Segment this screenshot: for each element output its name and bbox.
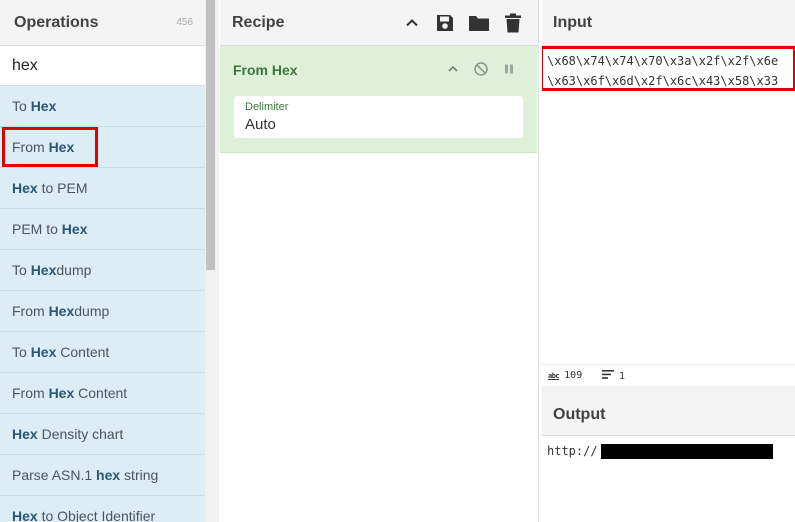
operation-item[interactable]: To Hex Content xyxy=(0,332,205,373)
input-header: Input xyxy=(542,0,795,46)
input-length-value: 109 xyxy=(564,370,583,381)
input-textarea[interactable]: \x68\x74\x74\x70\x3a\x2f\x2f\x6e \x63\x6… xyxy=(542,46,795,364)
operation-item[interactable]: To Hex xyxy=(0,86,205,127)
panel-divider[interactable] xyxy=(216,0,219,522)
output-text: http:// xyxy=(547,444,598,458)
input-status-bar: abc 109 1 xyxy=(542,364,795,386)
operation-item-text: PEM to xyxy=(12,221,62,237)
abc-icon: abc xyxy=(548,371,560,380)
pause-icon[interactable] xyxy=(499,59,519,79)
operation-item[interactable]: To Hexdump xyxy=(0,250,205,291)
operation-item-text: To xyxy=(12,98,31,114)
operation-item-match: Hex xyxy=(30,98,57,114)
operation-item[interactable]: From Hexdump xyxy=(0,291,205,332)
delimiter-field[interactable]: Delimiter Auto xyxy=(234,96,523,138)
operation-item-text: Density chart xyxy=(37,426,124,442)
folder-icon[interactable] xyxy=(467,11,491,35)
operation-item-text: string xyxy=(120,467,159,483)
operation-item-text: Content xyxy=(56,344,110,360)
operation-item[interactable]: Hex to PEM xyxy=(0,168,205,209)
operations-count: 456 xyxy=(176,17,193,28)
operation-item-match: Hex xyxy=(48,139,75,155)
chevron-up-icon[interactable] xyxy=(400,11,424,35)
operation-item-match: hex xyxy=(96,467,121,483)
operation-item[interactable]: Hex to Object Identifier xyxy=(0,496,205,522)
output-header: Output xyxy=(542,392,795,436)
operation-item-text: To xyxy=(12,262,31,278)
operations-list: To Hex From Hex Hex to PEM PEM to Hex To Hex… xyxy=(0,86,205,522)
operation-item-text: From xyxy=(12,139,49,155)
operation-item[interactable]: Hex Density chart xyxy=(0,414,205,455)
cyberchef-app: Operations 456 To HexFrom HexHex to PEMP… xyxy=(0,0,795,522)
operation-item-text: to Object Identifier xyxy=(37,508,156,522)
operation-item-match: Hex xyxy=(48,303,75,319)
delimiter-value[interactable]: Auto xyxy=(245,116,276,133)
redaction-block xyxy=(601,444,773,459)
operation-item-text: Content xyxy=(74,385,128,401)
save-icon[interactable] xyxy=(433,11,457,35)
operation-item-match: Hex xyxy=(12,426,38,442)
operation-item-text: From xyxy=(12,385,49,401)
operation-item-match: Hex xyxy=(61,221,88,237)
operation-item[interactable]: PEM to Hex xyxy=(0,209,205,250)
disable-icon[interactable] xyxy=(471,59,491,79)
recipe-header: Recipe xyxy=(220,0,539,46)
operation-item-text: to PEM xyxy=(37,180,88,196)
operation-item-text: dump xyxy=(74,303,110,319)
recipe-title: Recipe xyxy=(232,14,285,31)
trash-icon[interactable] xyxy=(501,11,525,35)
operations-header: Operations 456 xyxy=(0,0,205,46)
input-lines-value: 1 xyxy=(619,370,626,382)
operation-item-text: Parse ASN.1 xyxy=(12,467,97,483)
operation-item-match: Hex xyxy=(12,180,38,196)
output-textarea[interactable]: http:// xyxy=(542,436,795,522)
recipe-operation-from-hex[interactable]: From Hex Delimiter Auto xyxy=(220,46,537,153)
input-highlight-box xyxy=(542,46,795,91)
operation-item-match: Hex xyxy=(30,344,57,360)
lines-icon xyxy=(602,370,614,382)
input-length-status: abc 109 xyxy=(548,370,582,381)
operations-scrollbar-thumb[interactable] xyxy=(206,0,215,270)
operation-item[interactable]: From Hex xyxy=(0,127,205,168)
operation-item-text: To xyxy=(12,344,31,360)
operation-item-match: Hex xyxy=(30,262,57,278)
input-title: Input xyxy=(553,14,593,31)
operation-item-match: Hex xyxy=(12,508,38,522)
operation-item[interactable]: Parse ASN.1 hex string xyxy=(0,455,205,496)
recipe-panel: Recipe From Hex Delimiter Auto xyxy=(216,0,539,522)
delimiter-label: Delimiter xyxy=(245,101,289,113)
operation-item-text: dump xyxy=(56,262,92,278)
operations-title: Operations xyxy=(14,14,99,31)
operations-search xyxy=(0,46,205,86)
io-panel: Input \x68\x74\x74\x70\x3a\x2f\x2f\x6e \… xyxy=(538,0,795,522)
chevron-up-icon[interactable] xyxy=(443,59,463,79)
operation-item-match: Hex xyxy=(48,385,75,401)
recipe-operation-title: From Hex xyxy=(233,62,298,78)
input-lines-status: 1 xyxy=(602,370,625,382)
operation-item-text: From xyxy=(12,303,49,319)
search-input[interactable] xyxy=(12,55,197,77)
output-title: Output xyxy=(553,406,606,423)
operation-item[interactable]: From Hex Content xyxy=(0,373,205,414)
operations-panel: Operations 456 To HexFrom HexHex to PEMP… xyxy=(0,0,216,522)
